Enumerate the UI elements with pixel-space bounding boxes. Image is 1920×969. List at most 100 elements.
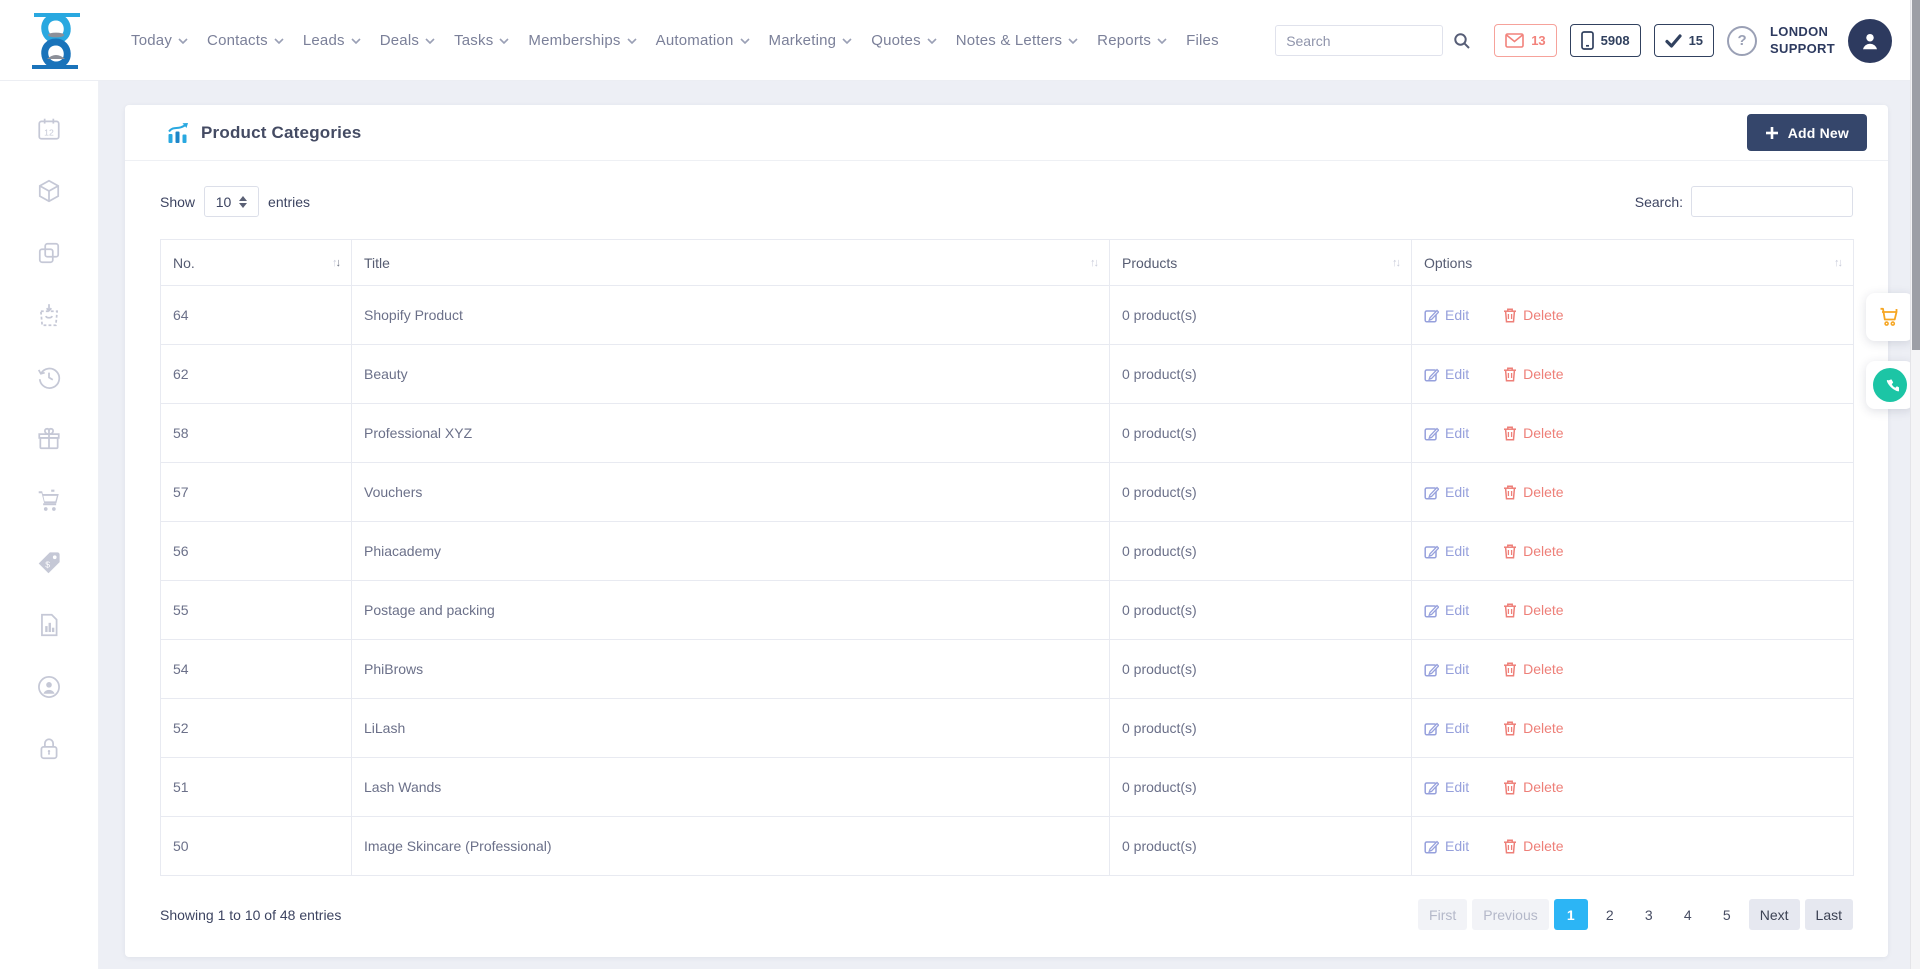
pagination-next[interactable]: Next [1749,899,1800,930]
check-count: 15 [1689,33,1703,48]
nav-label: Notes & Letters [956,32,1062,49]
global-search-input[interactable] [1275,25,1443,56]
add-new-button[interactable]: Add New [1747,114,1867,151]
cell-products: 0 product(s) [1110,817,1412,876]
delete-link[interactable]: Delete [1503,484,1563,500]
pagination-last[interactable]: Last [1805,899,1853,930]
sidebar-item-duplicate[interactable] [36,240,62,266]
delete-link[interactable]: Delete [1503,720,1563,736]
edit-link[interactable]: Edit [1424,838,1469,854]
pagination-page-1[interactable]: 1 [1554,899,1588,930]
table-search-input[interactable] [1691,186,1853,217]
delete-link[interactable]: Delete [1503,661,1563,677]
mail-badge[interactable]: 13 [1494,24,1556,57]
nav-item-memberships[interactable]: Memberships [528,32,636,49]
scrollbar-thumb[interactable] [1912,0,1920,350]
chevron-down-icon [1068,38,1078,44]
edit-link[interactable]: Edit [1424,307,1469,323]
phone-badge[interactable]: 5908 [1570,24,1641,57]
sidebar-item-reports[interactable] [36,612,62,638]
delete-link[interactable]: Delete [1503,779,1563,795]
edit-link[interactable]: Edit [1424,484,1469,500]
chevron-down-icon [351,38,361,44]
nav-item-quotes[interactable]: Quotes [871,32,937,49]
edit-link[interactable]: Edit [1424,425,1469,441]
edit-link[interactable]: Edit [1424,543,1469,559]
column-header-label: Products [1122,255,1177,271]
sidebar-item-products[interactable] [36,178,62,204]
floating-phone-button[interactable] [1866,361,1914,409]
delete-link[interactable]: Delete [1503,838,1563,854]
trash-icon [1503,780,1517,795]
table-row: 58 Professional XYZ 0 product(s) Edit De… [161,404,1854,463]
table-row: 56 Phiacademy 0 product(s) Edit Delete [161,522,1854,581]
table-controls: Show 10 entries Search: [125,186,1888,217]
cell-no: 55 [161,581,352,640]
top-header: Today Contacts Leads Deals Tasks Members… [0,0,1920,81]
sidebar-item-cart[interactable] [36,488,62,514]
sidebar-item-calendar[interactable]: 12 [36,116,62,142]
nav-item-automation[interactable]: Automation [656,32,750,49]
chevron-down-icon [425,38,435,44]
cell-products: 0 product(s) [1110,699,1412,758]
trash-icon [1503,839,1517,854]
nav-item-deals[interactable]: Deals [380,32,435,49]
chevron-down-icon [178,38,188,44]
app-logo[interactable] [30,13,82,69]
pagination-page-3[interactable]: 3 [1632,899,1666,930]
column-header-label: Title [364,255,390,271]
trash-icon [1503,603,1517,618]
edit-link[interactable]: Edit [1424,366,1469,382]
tasks-done-badge[interactable]: 15 [1654,24,1714,57]
column-header-options[interactable]: Options ↑↓ [1412,240,1854,286]
edit-link[interactable]: Edit [1424,661,1469,677]
sidebar-item-orders[interactable] [36,302,62,328]
edit-link[interactable]: Edit [1424,779,1469,795]
pagination-page-5[interactable]: 5 [1710,899,1744,930]
delete-link[interactable]: Delete [1503,602,1563,618]
pagination-previous[interactable]: Previous [1472,899,1548,930]
column-header-no[interactable]: No. ↑↓ [161,240,352,286]
page-length-select[interactable]: 10 [204,186,259,217]
nav-item-reports[interactable]: Reports [1097,32,1167,49]
edit-link[interactable]: Edit [1424,602,1469,618]
floating-cart-button[interactable] [1866,293,1914,341]
pagination-page-4[interactable]: 4 [1671,899,1705,930]
sidebar-item-pricing[interactable]: $ [36,550,62,576]
table-search-control: Search: [1635,186,1853,217]
edit-link[interactable]: Edit [1424,720,1469,736]
sidebar-item-account[interactable] [36,674,62,700]
nav-item-today[interactable]: Today [131,32,188,49]
showing-entries-text: Showing 1 to 10 of 48 entries [160,907,341,923]
delete-link[interactable]: Delete [1503,543,1563,559]
edit-icon [1424,662,1439,677]
cell-products: 0 product(s) [1110,463,1412,522]
pagination-first[interactable]: First [1418,899,1467,930]
trash-icon [1503,367,1517,382]
cell-products: 0 product(s) [1110,581,1412,640]
page-scrollbar[interactable] [1910,0,1920,969]
sidebar-item-history[interactable] [36,364,62,390]
help-button[interactable]: ? [1727,26,1757,56]
sidebar-item-security[interactable] [36,736,62,762]
search-button[interactable] [1443,25,1481,56]
column-header-title[interactable]: Title ↑↓ [352,240,1110,286]
nav-item-leads[interactable]: Leads [303,32,361,49]
delete-link[interactable]: Delete [1503,307,1563,323]
nav-item-tasks[interactable]: Tasks [454,32,509,49]
checkmark-icon [1665,34,1682,48]
user-name-line1: LONDON [1770,24,1835,40]
column-header-products[interactable]: Products ↑↓ [1110,240,1412,286]
cell-title: PhiBrows [352,640,1110,699]
cell-no: 50 [161,817,352,876]
delete-link[interactable]: Delete [1503,366,1563,382]
nav-item-files[interactable]: Files [1186,32,1219,49]
sidebar-item-gifts[interactable] [36,426,62,452]
nav-item-notes-letters[interactable]: Notes & Letters [956,32,1078,49]
nav-item-contacts[interactable]: Contacts [207,32,284,49]
delete-label: Delete [1523,602,1563,618]
pagination-page-2[interactable]: 2 [1593,899,1627,930]
nav-item-marketing[interactable]: Marketing [769,32,853,49]
delete-link[interactable]: Delete [1503,425,1563,441]
user-avatar[interactable] [1848,19,1892,63]
